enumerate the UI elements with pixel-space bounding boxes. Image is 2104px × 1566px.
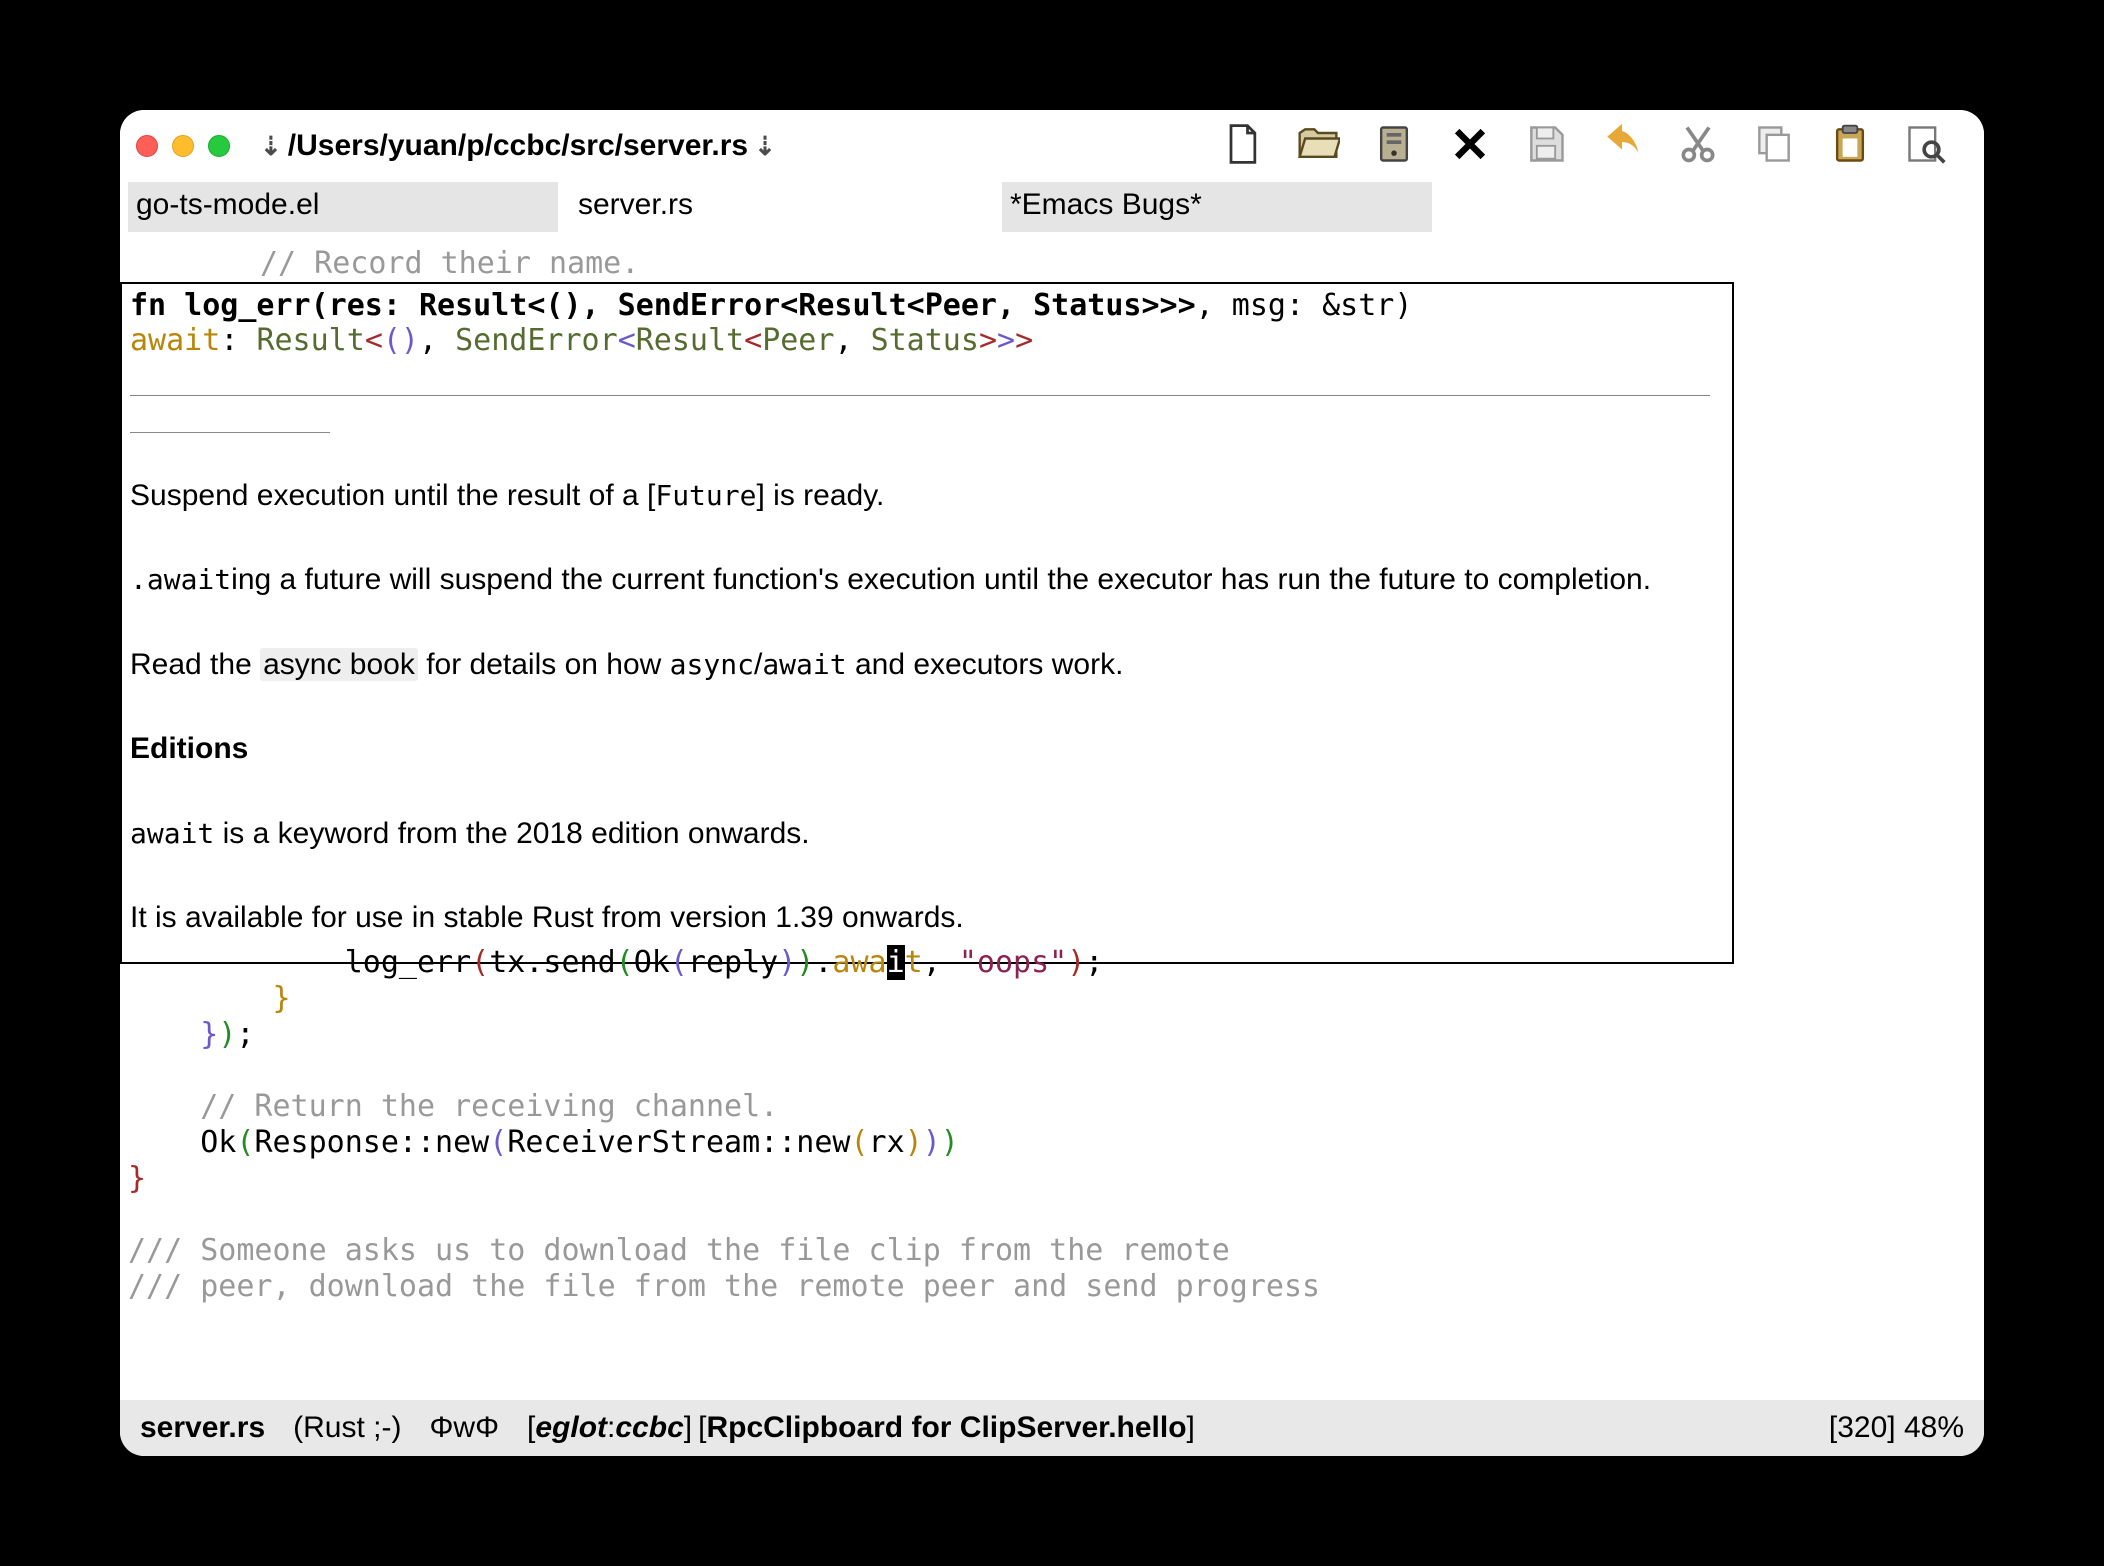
tab-server-rs[interactable]: server.rs — [570, 182, 990, 232]
toolbar — [1220, 122, 1968, 171]
eldoc-documentation-box: fn log_err(res: Result<(), SendError<Res… — [120, 282, 1734, 964]
copy-icon[interactable] — [1752, 122, 1796, 171]
tab-bar: go-ts-mode.el server.rs *Emacs Bugs* — [120, 182, 1984, 232]
close-window-button[interactable] — [136, 135, 158, 157]
tab-emacs-bugs[interactable]: *Emacs Bugs* — [1002, 182, 1432, 232]
window-title: ⇣ /Users/yuan/p/ccbc/src/server.rs ⇣ — [260, 129, 776, 163]
save-icon[interactable] — [1524, 122, 1568, 171]
titlebar: ⇣ /Users/yuan/p/ccbc/src/server.rs ⇣ — [120, 110, 1984, 182]
doc-paragraph: Suspend execution until the result of a … — [130, 473, 1724, 520]
buffer-name[interactable]: server.rs — [140, 1411, 265, 1445]
doc-body: Suspend execution until the result of a … — [130, 473, 1724, 942]
cut-icon[interactable] — [1676, 122, 1720, 171]
arrow-down-icon: ⇣ — [754, 131, 776, 162]
divider-short — [130, 432, 330, 433]
text-cursor: i — [887, 945, 905, 980]
tab-go-ts-mode[interactable]: go-ts-mode.el — [128, 182, 558, 232]
phi-indicator: ΦwΦ — [429, 1411, 499, 1445]
modeline: server.rs (Rust ;-) ΦwΦ [eglot:ccbc] [Rp… — [120, 1400, 1984, 1456]
type-line: await: Result<(), SendError<Result<Peer,… — [130, 323, 1724, 358]
position-indicator: [320] 48% — [1829, 1411, 1964, 1445]
search-icon[interactable] — [1904, 122, 1948, 171]
signature-line: fn log_err(res: Result<(), SendError<Res… — [130, 288, 1724, 323]
major-mode[interactable]: (Rust ;-) — [293, 1411, 401, 1445]
editor-window: ⇣ /Users/yuan/p/ccbc/src/server.rs ⇣ — [120, 110, 1984, 1456]
close-icon[interactable] — [1448, 122, 1492, 171]
which-function: [RpcClipboard for ClipServer.hello] — [698, 1411, 1195, 1445]
code-comment: // Record their name. — [120, 246, 1984, 281]
doc-paragraph: It is available for use in stable Rust f… — [130, 895, 1724, 942]
new-file-icon[interactable] — [1220, 122, 1264, 171]
code-editor[interactable]: // Record their name. fn log_err(res: Re… — [120, 232, 1984, 1400]
doc-heading: Editions — [130, 726, 1724, 773]
divider — [130, 395, 1710, 396]
drive-icon[interactable] — [1372, 122, 1416, 171]
eglot-indicator[interactable]: [eglot:ccbc] — [527, 1411, 692, 1445]
doc-paragraph: .awaiting a future will suspend the curr… — [130, 557, 1724, 604]
doc-paragraph: Read the async book for details on how a… — [130, 642, 1724, 689]
doc-paragraph: await is a keyword from the 2018 edition… — [130, 811, 1724, 858]
open-folder-icon[interactable] — [1296, 122, 1340, 171]
paste-icon[interactable] — [1828, 122, 1872, 171]
file-path: /Users/yuan/p/ccbc/src/server.rs — [288, 129, 748, 163]
traffic-lights — [136, 135, 230, 157]
zoom-window-button[interactable] — [208, 135, 230, 157]
code-body[interactable]: log_err(tx.send(Ok(reply)).await, "oops"… — [120, 945, 1984, 1305]
undo-icon[interactable] — [1600, 122, 1644, 171]
arrow-down-icon: ⇣ — [260, 131, 282, 162]
async-book-link[interactable]: async book — [260, 648, 418, 681]
minimize-window-button[interactable] — [172, 135, 194, 157]
